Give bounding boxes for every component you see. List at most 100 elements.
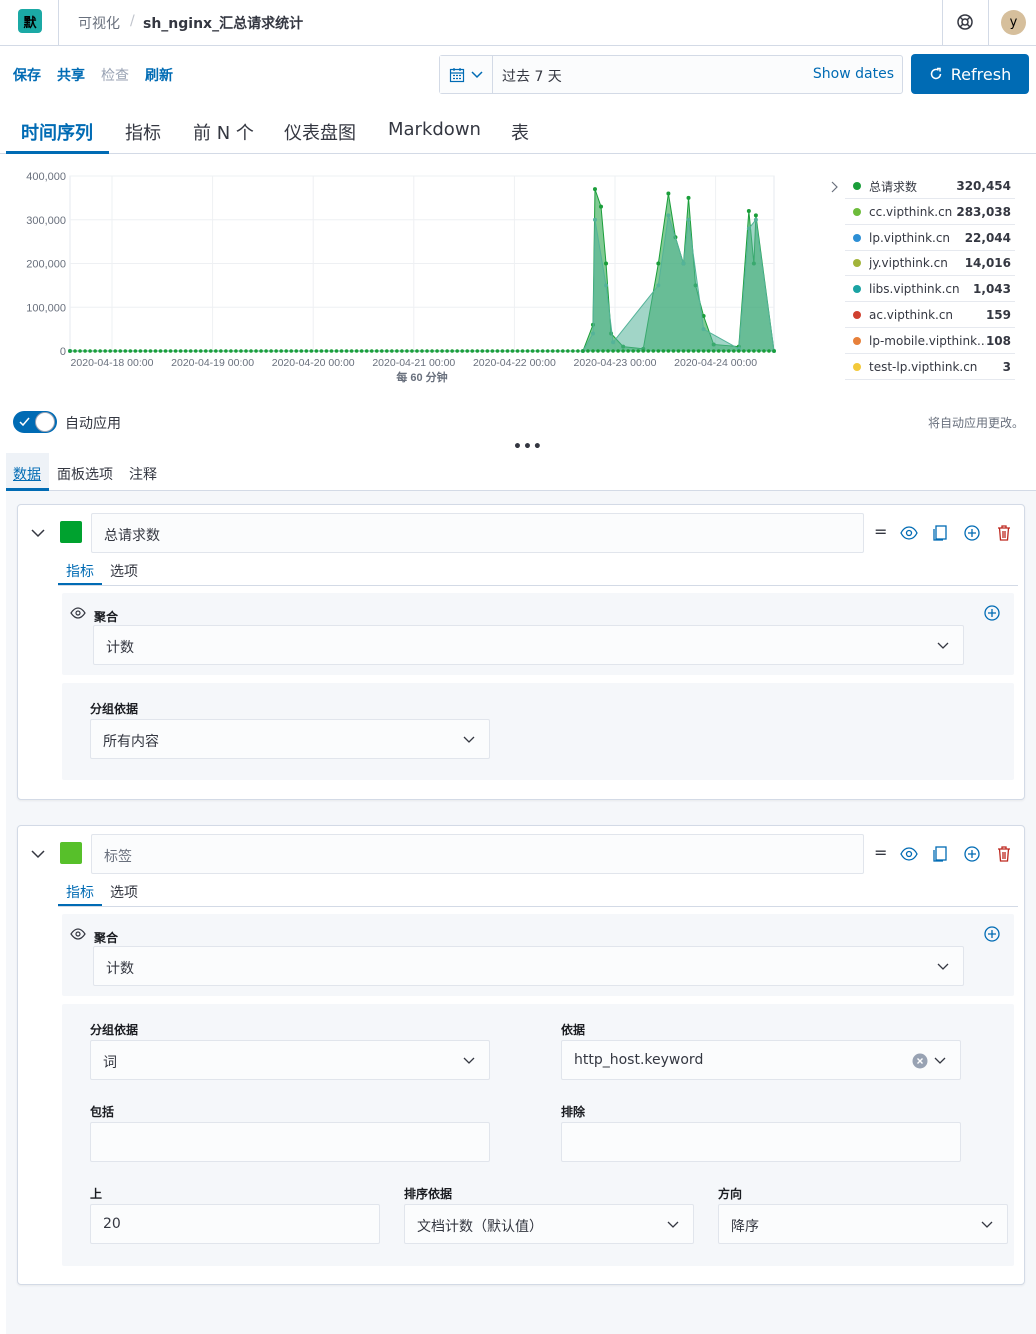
drag-handle-icon[interactable]: = <box>874 522 887 541</box>
show-dates-button[interactable]: Show dates <box>813 66 894 82</box>
viz-type-tabs: 时间序列 指标 前 N 个 仪表盘图 Markdown 表 <box>0 103 1036 154</box>
baseline-point <box>400 349 404 353</box>
add-circle-icon[interactable] <box>963 524 981 542</box>
baseline-point <box>475 349 480 353</box>
inspect-link[interactable]: 检查 <box>101 65 129 85</box>
exclude-input[interactable] <box>561 1122 961 1162</box>
by-field-select[interactable]: http_host.keyword <box>561 1040 961 1080</box>
subtab-metrics[interactable]: 指标 <box>66 882 94 902</box>
include-input[interactable] <box>90 1122 490 1162</box>
legend-item[interactable]: lp.vipthink.cn 22,044 <box>845 226 1015 251</box>
aggregation-select[interactable]: 计数 <box>93 625 964 665</box>
legend-series-name: lp.vipthink.cn <box>869 230 951 245</box>
tab-topn[interactable]: 前 N 个 <box>193 119 254 145</box>
legend-item[interactable]: 总请求数 320,454 <box>845 174 1015 199</box>
divider <box>988 0 989 46</box>
legend-item[interactable]: jy.vipthink.cn 14,016 <box>845 251 1015 277</box>
baseline-point <box>209 349 213 353</box>
tab-table[interactable]: 表 <box>511 119 529 145</box>
tab-metric[interactable]: 指标 <box>125 119 161 145</box>
add-circle-icon[interactable] <box>963 845 981 863</box>
baseline-point <box>596 349 600 353</box>
direction-select[interactable]: 降序 <box>718 1204 1008 1244</box>
tab-panel-options[interactable]: 面板选项 <box>57 464 113 484</box>
quick-menu-button[interactable] <box>440 56 493 93</box>
baseline-point <box>485 349 490 353</box>
breadcrumb-parent[interactable]: 可视化 <box>78 13 120 33</box>
series-label-input[interactable]: 总请求数 <box>91 513 864 553</box>
legend-item[interactable]: cc.vipthink.cn 283,038 <box>845 200 1015 225</box>
clone-icon[interactable] <box>932 845 950 863</box>
auto-apply-toggle[interactable] <box>13 411 57 433</box>
tab-markdown[interactable]: Markdown <box>388 119 481 140</box>
eye-icon[interactable] <box>900 845 918 863</box>
legend-item[interactable]: lp-mobile.vipthink.... 108 <box>845 329 1015 354</box>
legend-item[interactable]: test-lp.vipthink.cn 3 <box>845 355 1015 380</box>
clear-icon[interactable] <box>912 1053 928 1069</box>
eye-icon[interactable] <box>70 928 86 940</box>
group-by-select[interactable]: 所有内容 <box>90 719 490 759</box>
series-point <box>656 283 661 288</box>
tab-gauge[interactable]: 仪表盘图 <box>284 119 356 145</box>
divider <box>58 585 1018 586</box>
date-range-text[interactable]: 过去 7 天 <box>502 66 562 86</box>
top-input[interactable]: 20 <box>90 1204 380 1244</box>
tab-timeseries[interactable]: 时间序列 <box>21 119 93 145</box>
baseline-point <box>158 349 163 353</box>
legend-item[interactable]: libs.vipthink.cn 1,043 <box>845 277 1015 303</box>
clone-icon[interactable] <box>932 524 950 542</box>
baseline-point <box>163 349 168 353</box>
baseline-point <box>168 349 173 353</box>
series-color-swatch[interactable] <box>60 521 82 543</box>
tab-annotations[interactable]: 注释 <box>129 464 157 484</box>
chevron-down-icon <box>937 642 949 649</box>
series-color-swatch[interactable] <box>60 842 82 864</box>
by-field-label: 依据 <box>561 1023 586 1037</box>
baseline-point <box>93 349 97 353</box>
save-link[interactable]: 保存 <box>13 65 41 85</box>
baseline-point <box>500 349 505 353</box>
drag-handle-icon[interactable]: = <box>874 843 887 862</box>
eye-icon[interactable] <box>900 524 918 542</box>
space-logo[interactable]: 默 <box>18 9 42 33</box>
legend-dot <box>853 285 861 294</box>
x-axis-label: 每 60 分钟 <box>396 370 447 384</box>
add-circle-icon[interactable] <box>983 604 1001 622</box>
eye-icon[interactable] <box>70 607 86 619</box>
legend-series-value: 22,044 <box>964 230 1011 245</box>
baseline-point <box>103 349 107 353</box>
chevron-right-icon[interactable] <box>829 181 839 193</box>
refresh-button[interactable]: Refresh <box>911 54 1029 94</box>
baseline-point <box>198 349 203 353</box>
legend-dot <box>853 233 861 242</box>
help-icon[interactable] <box>956 13 974 31</box>
refresh-link[interactable]: 刷新 <box>145 65 173 85</box>
series-label-input[interactable]: 标签 <box>91 834 864 874</box>
add-circle-icon[interactable] <box>983 925 1001 943</box>
chevron-down-icon[interactable] <box>31 528 45 538</box>
baseline-point <box>566 349 570 353</box>
trash-icon[interactable] <box>995 524 1013 542</box>
baseline-point <box>711 349 716 353</box>
legend-series-value: 159 <box>985 308 1011 322</box>
aggregation-select[interactable]: 计数 <box>93 946 964 986</box>
series-point <box>592 187 597 192</box>
baseline-point <box>752 349 756 353</box>
avatar[interactable]: y <box>1001 10 1026 35</box>
subtab-options[interactable]: 选项 <box>110 882 138 902</box>
group-by-select[interactable]: 词 <box>90 1040 490 1080</box>
aggregation-value: 计数 <box>106 961 134 977</box>
subtab-options[interactable]: 选项 <box>110 561 138 581</box>
chevron-down-icon[interactable] <box>31 849 45 859</box>
tab-data[interactable]: 数据 <box>13 464 41 484</box>
baseline-point <box>369 349 374 353</box>
trash-icon[interactable] <box>995 845 1013 863</box>
legend-item[interactable]: ac.vipthink.cn 159 <box>845 303 1015 328</box>
order-by-select[interactable]: 文档计数（默认值） <box>404 1204 694 1244</box>
share-link[interactable]: 共享 <box>57 65 85 85</box>
date-picker[interactable]: 过去 7 天 Show dates <box>439 55 903 94</box>
chevron-down-icon <box>934 1057 946 1064</box>
baseline-point <box>631 349 635 353</box>
baseline-point <box>324 349 329 353</box>
subtab-metrics[interactable]: 指标 <box>66 561 94 581</box>
